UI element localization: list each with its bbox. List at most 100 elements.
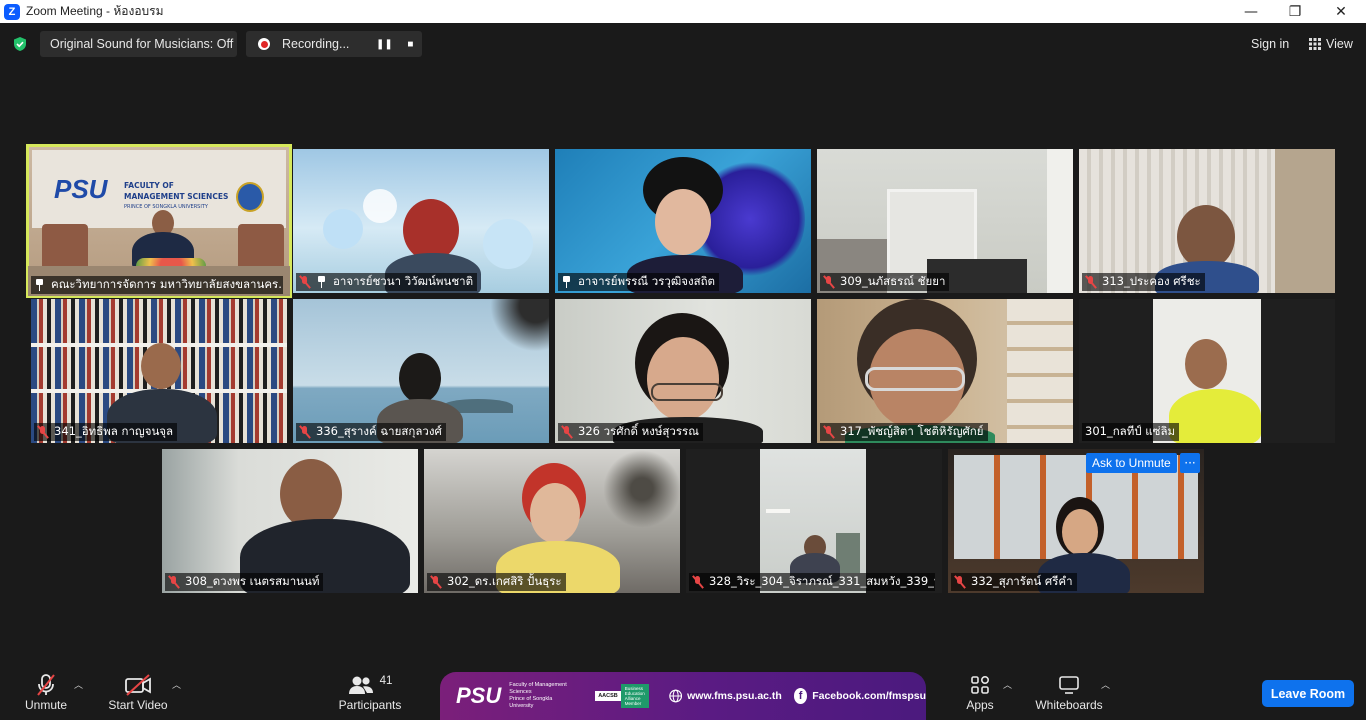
video-tile[interactable]: 302_ดร.เกศสิริ ปั้นธุระ: [424, 449, 680, 593]
participant-head: [141, 343, 181, 389]
grid-view-icon: [1309, 38, 1321, 50]
blossom-2: [363, 189, 397, 223]
ceiling-light: [766, 509, 790, 513]
prince-of-songkla-text: PRINCE OF SONGKLA UNIVERSITY: [124, 204, 208, 210]
participant-nameplate: คณะวิทยาการจัดการ มหาวิทยาลัยสงขลานคร...: [31, 276, 283, 294]
video-options-caret-icon[interactable]: ︿: [172, 678, 181, 691]
participant-body: [1169, 389, 1261, 443]
video-tile[interactable]: 301_กลทีป์ แซ่ลิม: [1079, 299, 1335, 443]
view-label: View: [1326, 37, 1353, 51]
pause-recording-icon[interactable]: ❚❚: [375, 35, 393, 53]
video-tile[interactable]: 308_ดวงพร เนตรสมานนท์: [162, 449, 418, 593]
unmute-button[interactable]: Unmute: [18, 672, 74, 712]
apps-label: Apps: [966, 698, 994, 712]
original-sound-label: Original Sound for Musicians: Off: [50, 37, 234, 51]
video-tile[interactable]: อาจารย์พรรณี วรวุฒิจงสถิต: [555, 149, 811, 293]
faculty-of-text: FACULTY OF: [124, 181, 174, 190]
restore-button[interactable]: ❐: [1272, 0, 1318, 23]
window-title: Zoom Meeting - ห้องอบรม: [26, 4, 164, 18]
participants-count: 41: [379, 675, 393, 687]
participant-nameplate: 308_ดวงพร เนตรสมานนท์: [165, 573, 324, 591]
microphone-muted-icon: [37, 674, 55, 696]
video-tile[interactable]: อาจารย์ชวนา วิวัฒน์พนชาติ: [293, 149, 549, 293]
blossom-3: [483, 219, 533, 269]
apps-button[interactable]: Apps: [958, 672, 1002, 712]
close-window-button[interactable]: ✕: [1318, 0, 1364, 23]
participants-label: Participants: [338, 698, 402, 712]
banner-facebook: Facebook.com/fmspsu: [812, 690, 926, 702]
participant-nameplate: 309_นภัสธรณ์ ชัยยา: [820, 273, 950, 291]
facebook-icon: f: [793, 688, 808, 704]
painting-tree: [604, 449, 680, 529]
participants-button[interactable]: 41 Participants: [334, 672, 406, 712]
participant-nameplate: 328_วิระ_304_จิราภรณ์_331_สมหวัง_339_ห..…: [689, 573, 935, 591]
video-tile[interactable]: 336_สุรางค์ ฉายสกุลวงศ์: [293, 299, 549, 443]
banner-psu-logo: PSU: [456, 683, 502, 708]
apps-options-caret-icon[interactable]: ︿: [1003, 678, 1012, 691]
participant-head: [1177, 205, 1235, 269]
audio-options-caret-icon[interactable]: ︿: [74, 678, 83, 691]
participant-nameplate: 332_สุภารัตน์ ศรีคำ: [951, 573, 1077, 591]
video-tile[interactable]: 341_อิทธิพล กาญจนจุล: [31, 299, 287, 443]
participant-nameplate: 313_ประคอง ศรีชะ: [1082, 273, 1205, 291]
video-tile[interactable]: 309_นภัสธรณ์ ชัยยา: [817, 149, 1073, 293]
participant-head: [403, 199, 459, 261]
apps-icon: [971, 675, 990, 694]
participant-head: [1062, 509, 1098, 555]
eyeglasses: [865, 367, 965, 391]
view-button[interactable]: View: [1309, 31, 1353, 57]
faculty-sign: FACULTY OF MANAGEMENT SCIENCES PRINCE OF…: [124, 180, 228, 213]
mic-muted-icon: [37, 426, 49, 438]
participants-icon: [348, 676, 373, 694]
leave-room-button[interactable]: Leave Room: [1262, 680, 1354, 707]
participant-head: [647, 337, 719, 421]
participant-head: [1185, 339, 1227, 389]
shelf: [1007, 299, 1073, 443]
ask-to-unmute-button[interactable]: Ask to Unmute: [1086, 453, 1177, 473]
encryption-shield-icon[interactable]: [12, 36, 28, 52]
banner-website: www.fms.psu.ac.th: [687, 690, 782, 702]
mic-muted-icon: [823, 276, 835, 288]
stop-recording-icon[interactable]: ■: [401, 35, 419, 53]
video-tile[interactable]: 313_ประคอง ศรีชะ: [1079, 149, 1335, 293]
recording-label: Recording...: [282, 37, 350, 51]
participant-head: [530, 483, 580, 543]
participant-head: [399, 353, 441, 403]
whiteboards-label: Whiteboards: [1035, 698, 1103, 712]
eyeglasses: [651, 383, 723, 401]
participant-nameplate: 336_สุรางค์ ฉายสกุลวงศ์: [296, 423, 446, 441]
start-video-button[interactable]: Start Video: [104, 672, 172, 712]
psu-logo: PSU: [54, 174, 108, 204]
mic-muted-icon: [561, 426, 573, 438]
mic-muted-icon: [299, 426, 311, 438]
more-options-icon[interactable]: ···: [1180, 453, 1200, 473]
participant-nameplate: 301_กลทีป์ แซ่ลิม: [1082, 423, 1180, 441]
mic-muted-icon: [692, 576, 704, 588]
sign-in-link[interactable]: Sign in: [1251, 31, 1289, 57]
whiteboards-options-caret-icon[interactable]: ︿: [1101, 678, 1110, 691]
meeting-top-bar: Original Sound for Musicians: Off Record…: [0, 23, 1366, 65]
minimize-button[interactable]: —: [1228, 0, 1274, 23]
video-tile-host[interactable]: PSU FACULTY OF MANAGEMENT SCIENCES PRINC…: [26, 144, 292, 298]
participant-nameplate: 341_อิทธิพล กาญจนจุล: [34, 423, 178, 441]
video-tile[interactable]: 326 วรศักดิ์ หงษ์สุวรรณ: [555, 299, 811, 443]
participant-nameplate: 302_ดร.เกศสิริ ปั้นธุระ: [427, 573, 566, 591]
video-tile[interactable]: 317_พัชญ์สิตา โชติหิรัญศักย์: [817, 299, 1073, 443]
original-sound-toggle[interactable]: Original Sound for Musicians: Off: [40, 31, 237, 57]
mic-muted-icon: [299, 276, 311, 288]
participant-nameplate: อาจารย์พรรณี วรวุฒิจงสถิต: [558, 273, 720, 291]
wall-panel: [1047, 149, 1073, 293]
start-video-label: Start Video: [108, 698, 168, 712]
participant-nameplate: อาจารย์ชวนา วิวัฒน์พนชาติ: [296, 273, 478, 291]
pin-icon: [34, 279, 45, 291]
aacsb-badge: AACSB: [595, 691, 621, 701]
video-tile[interactable]: 328_วิระ_304_จิราภรณ์_331_สมหวัง_339_ห..…: [686, 449, 942, 593]
whiteboard-icon: [1059, 676, 1079, 694]
zoom-logo-icon: Z: [4, 3, 20, 20]
mic-muted-icon: [1085, 276, 1097, 288]
video-off-icon: [125, 674, 151, 696]
management-sciences-text: MANAGEMENT SCIENCES: [124, 192, 229, 201]
faculty-banner: PSU Faculty of Management Sciences Princ…: [440, 672, 926, 720]
alliance-badge: Business Education Alliance Member: [620, 684, 649, 708]
whiteboards-button[interactable]: Whiteboards: [1032, 672, 1106, 712]
